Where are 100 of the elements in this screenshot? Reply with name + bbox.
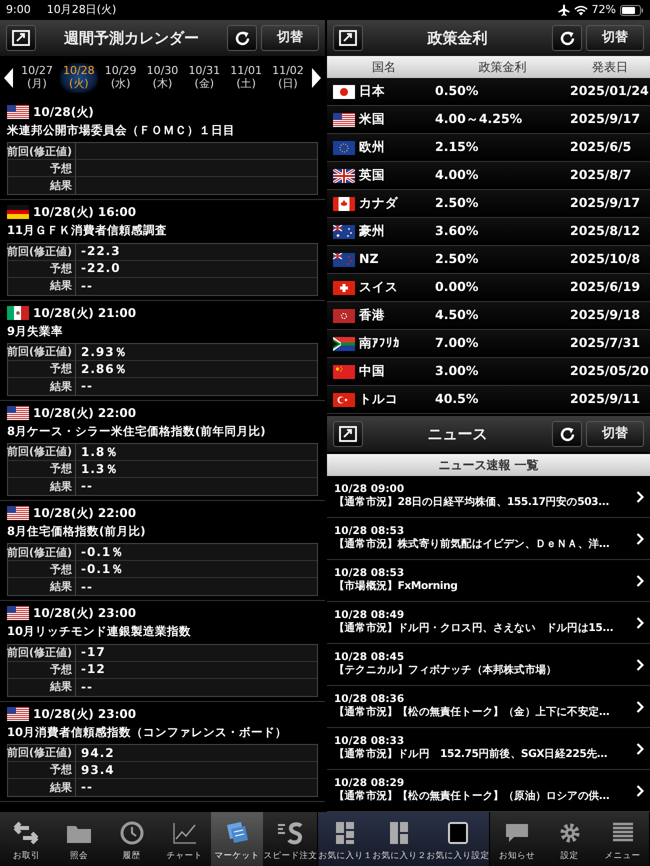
event-datetime: 10/28(火) 23:00 xyxy=(33,706,136,722)
battery-percent: 72% xyxy=(592,2,616,18)
announce-date: 2025/10/8 xyxy=(570,251,640,266)
day-tab[interactable]: 10/31 (金) xyxy=(185,63,224,93)
announce-date: 2025/7/31 xyxy=(570,335,640,350)
tab-bar-item[interactable]: 履歴 xyxy=(105,812,158,866)
news-headline: 【通常市況】ドル円 152.75円前後、SGX日経225先… xyxy=(334,748,608,762)
tab-bar-item[interactable]: お気に入り１ xyxy=(318,812,372,866)
day-tab[interactable]: 10/28 (火) xyxy=(60,63,98,93)
news-headline: 【通常市況】【松の無責任トーク】（原油）ロシアの供… xyxy=(334,790,610,804)
expand-icon xyxy=(339,30,357,46)
flag-icon xyxy=(7,506,29,520)
switch-button[interactable]: 切替 xyxy=(261,25,319,51)
rate-value: 4.00～4.25% xyxy=(435,111,522,126)
event-title: 米連邦公開市場委員会（ＦＯＭＣ）１日目 xyxy=(7,122,236,139)
expand-icon xyxy=(12,30,30,46)
day-tab[interactable]: 10/30 (木) xyxy=(144,63,182,93)
country-name: 中国 xyxy=(359,362,385,380)
event-datetime: 10/28(火) 21:00 xyxy=(33,304,136,322)
expand-icon xyxy=(339,426,357,442)
expand-button[interactable] xyxy=(6,25,36,51)
news-time: 10/28 08:53 xyxy=(334,567,406,580)
rate-value: 0.50% xyxy=(435,83,478,98)
switch-button[interactable]: 切替 xyxy=(586,421,644,447)
flag-icon xyxy=(7,105,29,119)
tab-bar-item[interactable]: メニュー xyxy=(596,812,649,866)
chevron-right-icon xyxy=(636,658,644,670)
news-time: 10/28 08:53 xyxy=(334,525,406,538)
flag-icon xyxy=(7,606,29,620)
tab-bar-item[interactable]: お気に入り２ xyxy=(372,812,426,866)
row-value: -17 xyxy=(80,644,107,660)
tab-bar-item[interactable]: お気に入り設定 xyxy=(426,812,490,866)
row-value: -- xyxy=(80,378,94,395)
expand-button[interactable] xyxy=(333,421,363,447)
news-list-heading: ニュース速報 一覧 xyxy=(438,457,539,474)
news-item[interactable]: 10/28 08:33 【通常市況】ドル円 152.75円前後、SGX日経225先… xyxy=(327,728,650,770)
announce-date: 2025/9/18 xyxy=(570,307,640,322)
tab-bar-item[interactable]: お取引 xyxy=(0,812,53,866)
expand-button[interactable] xyxy=(333,25,363,51)
news-item[interactable]: 10/28 08:45 【テクニカル】フィボナッチ（本邦株式市場） xyxy=(327,644,650,686)
news-item[interactable]: 10/28 08:49 【通常市況】ドル円・クロス円、さえない ドル円は15... xyxy=(327,602,650,644)
rate-value: 7.00% xyxy=(435,335,478,350)
event-title: 10月リッチモンド連銀製造業指数 xyxy=(7,623,192,640)
news-item[interactable]: 10/28 08:53 【市場概況】FxMorning xyxy=(327,560,650,602)
tab-bar-item[interactable]: チャート xyxy=(158,812,211,866)
row-label: 予想 xyxy=(8,260,76,276)
refresh-icon xyxy=(234,30,250,46)
country-name: 欧州 xyxy=(359,138,385,156)
chevron-right-icon xyxy=(636,574,644,586)
tab-bar-item[interactable]: 設定 xyxy=(543,812,596,866)
row-label: 結果 xyxy=(8,177,76,194)
refresh-button[interactable] xyxy=(552,421,582,447)
event-title: 9月失業率 xyxy=(7,322,64,340)
announce-date: 2025/05/20 xyxy=(570,363,649,378)
chevron-right-icon xyxy=(636,700,644,712)
row-value: -- xyxy=(80,678,94,696)
news-item[interactable]: 10/28 09:00 【通常市況】28日の日経平均株価、155.17円安の503... xyxy=(327,476,650,518)
tab-bar-item[interactable]: スピード注文 xyxy=(263,812,318,866)
row-label: 予想 xyxy=(8,160,76,176)
event-title: 8月ケース・シラー米住宅価格指数(前年同月比) xyxy=(7,422,267,440)
row-value: 93.4 xyxy=(80,762,116,778)
row-value: -- xyxy=(80,278,94,294)
row-label: 予想 xyxy=(8,762,76,778)
announce-date: 2025/6/5 xyxy=(570,139,632,154)
column-header: 政策金利 xyxy=(478,59,528,76)
rate-value: 2.50% xyxy=(435,251,478,266)
prev-arrow-icon[interactable] xyxy=(4,68,14,88)
news-item[interactable]: 10/28 08:36 【通常市況】【松の無責任トーク】（金）上下に不安定… xyxy=(327,686,650,728)
day-tab[interactable]: 11/02 (日) xyxy=(269,63,307,93)
tab-bar-item[interactable]: お知らせ xyxy=(490,812,544,866)
flag-icon xyxy=(333,336,355,350)
country-name: 豪州 xyxy=(359,222,385,240)
announce-date: 2025/9/17 xyxy=(570,111,640,126)
tab-bar-item[interactable]: マーケット xyxy=(210,812,264,866)
battery-icon xyxy=(620,4,644,16)
country-name: スイス xyxy=(359,278,398,296)
event-datetime: 10/28(火) xyxy=(33,104,94,121)
tab-bar-item[interactable]: 照会 xyxy=(52,812,106,866)
news-headline: 【通常市況】ドル円・クロス円、さえない ドル円は15... xyxy=(334,622,614,636)
news-headline: 【通常市況】株式寄り前気配はイビデン、ＤｅＮＡ、洋… xyxy=(334,538,610,552)
chevron-right-icon xyxy=(636,784,644,796)
switch-button[interactable]: 切替 xyxy=(586,25,644,51)
announce-date: 2025/8/7 xyxy=(570,167,632,182)
day-tab[interactable]: 10/27 (月) xyxy=(18,63,56,93)
rate-value: 4.00% xyxy=(435,167,478,182)
day-tab[interactable]: 10/29 (水) xyxy=(102,63,140,93)
news-headline: 【通常市況】【松の無責任トーク】（金）上下に不安定… xyxy=(334,706,610,720)
next-arrow-icon[interactable] xyxy=(310,68,321,88)
news-time: 10/28 08:29 xyxy=(334,777,406,790)
news-headline: 【テクニカル】フィボナッチ（本邦株式市場） xyxy=(334,664,558,678)
news-item[interactable]: 10/28 08:53 【通常市況】株式寄り前気配はイビデン、ＤｅＮＡ、洋… xyxy=(327,518,650,560)
panel-title: 政策金利 xyxy=(426,28,488,49)
chevron-right-icon xyxy=(636,490,644,502)
news-time: 10/28 09:00 xyxy=(334,483,406,496)
flag-icon xyxy=(7,306,29,320)
day-tab[interactable]: 11/01 (土) xyxy=(227,63,265,93)
refresh-button[interactable] xyxy=(227,25,257,51)
row-label: 前回(修正値) xyxy=(8,344,76,360)
country-name: 南ｱﾌﾘｶ xyxy=(359,334,400,352)
refresh-button[interactable] xyxy=(552,25,582,51)
